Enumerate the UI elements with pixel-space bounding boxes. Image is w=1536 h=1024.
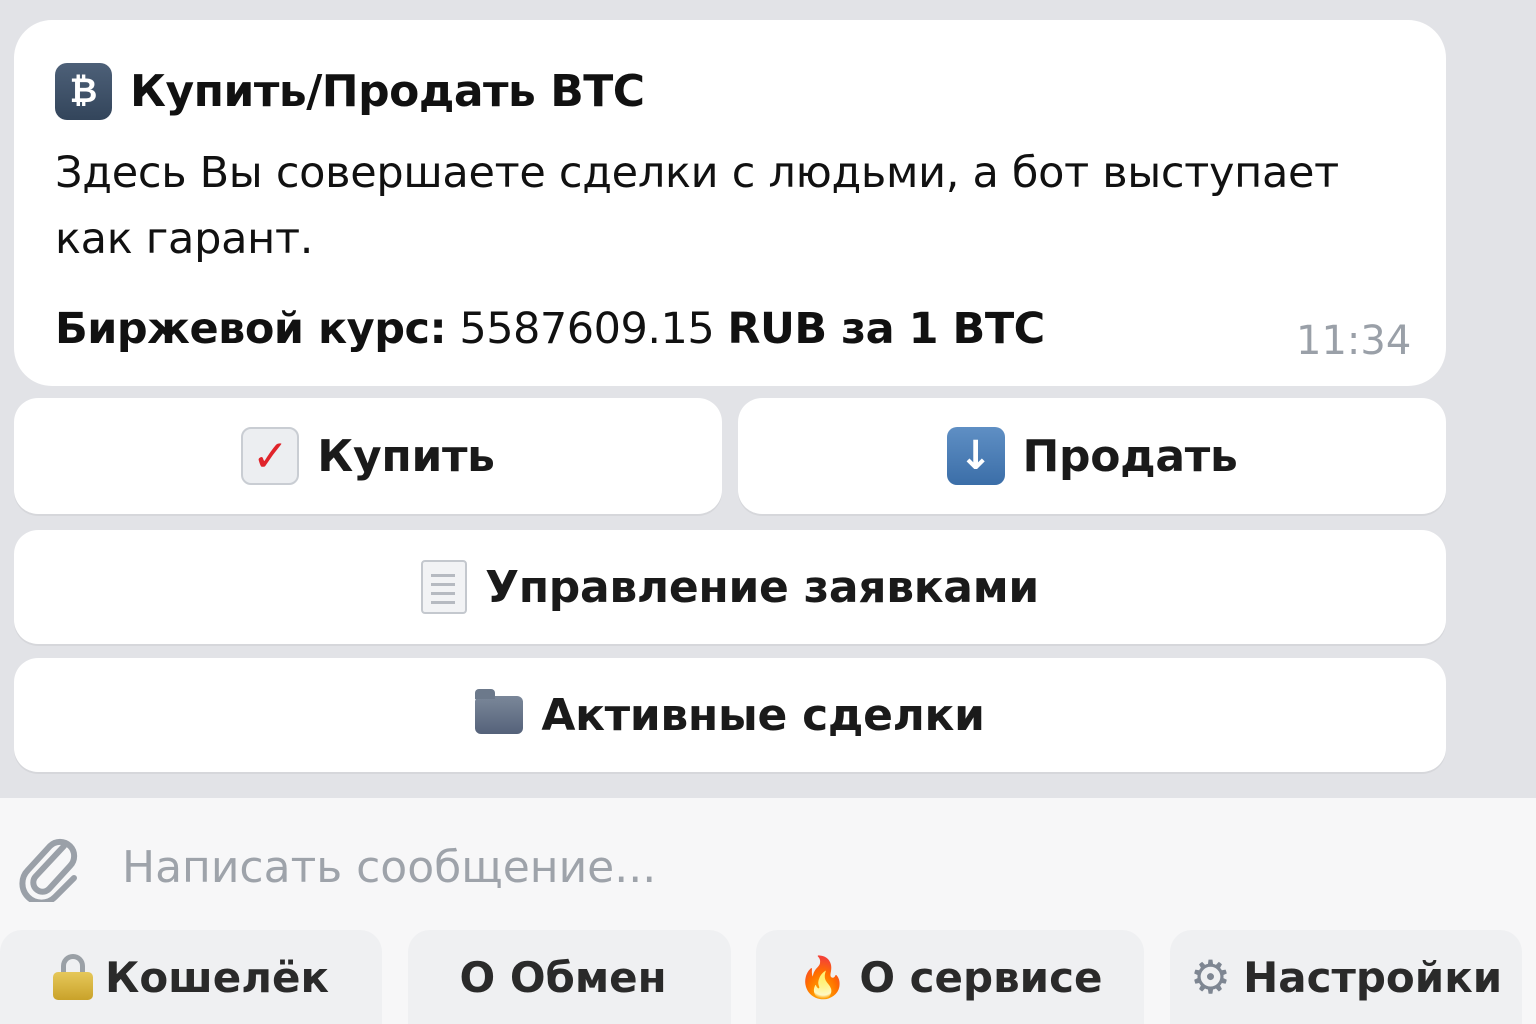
manage-orders-label: Управление заявками bbox=[485, 561, 1039, 613]
exchange-rate-line: Биржевой курс: 5587609.15 RUB за 1 BTC bbox=[55, 304, 1045, 354]
check-mark-icon: ✓ bbox=[241, 427, 300, 485]
exchange-button[interactable]: О Обмен Р bbox=[408, 930, 731, 1024]
message-input[interactable] bbox=[122, 834, 1502, 900]
buy-button[interactable]: ✓ Купить bbox=[14, 398, 722, 514]
wallet-button[interactable]: Кошелёк bbox=[0, 930, 382, 1024]
about-service-button[interactable]: 🔥 О сервисе bbox=[756, 930, 1144, 1024]
manage-orders-button[interactable]: Управление заявками bbox=[14, 530, 1446, 644]
paperclip-icon[interactable] bbox=[18, 832, 82, 902]
document-icon bbox=[421, 560, 468, 614]
message-body: Здесь Вы совершаете сделки с людьми, а б… bbox=[55, 148, 1339, 264]
active-deals-label: Активные сделки bbox=[541, 689, 985, 741]
settings-label: Настройки bbox=[1243, 952, 1503, 1002]
message-title-text: Купить/Продать BTC bbox=[130, 65, 645, 117]
wallet-label: Кошелёк bbox=[104, 952, 330, 1002]
exchange-label: О Обмен Р bbox=[459, 952, 680, 1002]
folder-icon bbox=[475, 689, 524, 734]
buy-button-label: Купить bbox=[317, 430, 495, 482]
active-deals-button[interactable]: Активные сделки bbox=[14, 658, 1446, 772]
rate-currency: RUB за 1 BTC bbox=[727, 304, 1045, 354]
message-title: ₿ Купить/Продать BTC bbox=[55, 62, 645, 120]
sell-button[interactable]: ↓ Продать bbox=[738, 398, 1446, 514]
settings-button[interactable]: ⚙ Настройки bbox=[1170, 930, 1522, 1024]
gear-icon: ⚙ bbox=[1189, 950, 1232, 1004]
fire-icon: 🔥 bbox=[797, 954, 848, 1001]
down-arrow-icon: ↓ bbox=[946, 427, 1005, 485]
rate-value: 5587609.15 bbox=[459, 304, 715, 354]
message-time: 11:34 bbox=[1296, 318, 1412, 364]
rate-label: Биржевой курс: bbox=[55, 304, 447, 354]
sell-button-label: Продать bbox=[1022, 430, 1238, 482]
bitcoin-icon: ₿ bbox=[55, 62, 112, 120]
lock-icon bbox=[52, 954, 93, 1000]
about-service-label: О сервисе bbox=[859, 952, 1103, 1002]
